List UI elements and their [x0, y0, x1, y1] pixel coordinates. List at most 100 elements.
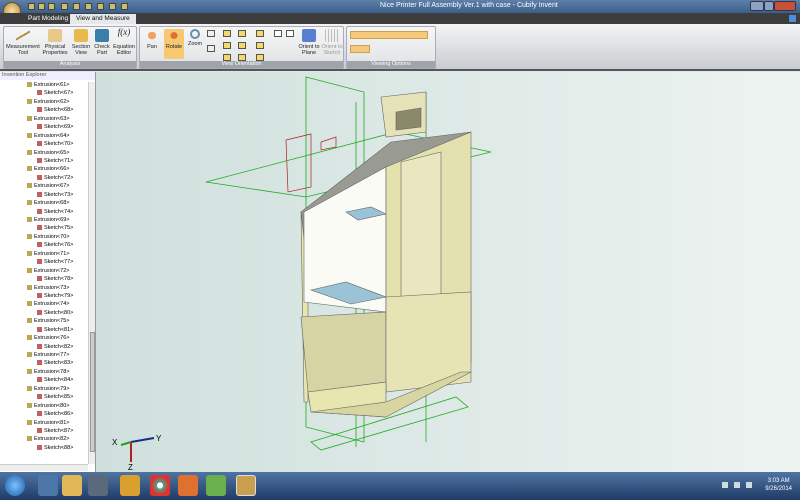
3d-viewport[interactable]: Y X Z [96, 72, 800, 472]
tree-item-sketch[interactable]: Sketch<87> [0, 428, 88, 436]
tree-item-sketch[interactable]: Sketch<78> [0, 276, 88, 284]
view-cube-icon[interactable] [97, 3, 104, 10]
tree-item-extrusion[interactable]: Extrusion<77> [0, 352, 88, 360]
rotate-button[interactable]: Rotate [164, 29, 184, 59]
zoom-button[interactable]: Zoom [186, 29, 204, 47]
volume-icon[interactable] [746, 482, 752, 488]
tree-item-extrusion[interactable]: Extrusion<63> [0, 116, 88, 124]
tree-item-sketch[interactable]: Sketch<82> [0, 344, 88, 352]
tree-item-extrusion[interactable]: Extrusion<64> [0, 133, 88, 141]
firefox-icon[interactable] [178, 475, 198, 496]
tree-item-extrusion[interactable]: Extrusion<68> [0, 200, 88, 208]
tree-item-extrusion[interactable]: Extrusion<62> [0, 99, 88, 107]
display-mode-icons[interactable] [350, 31, 428, 39]
tree-item-sketch[interactable]: Sketch<74> [0, 209, 88, 217]
view-left-icon[interactable] [238, 42, 246, 49]
network-icon[interactable] [734, 482, 740, 488]
flag-icon[interactable] [722, 482, 728, 488]
view-cube-icon[interactable] [109, 3, 116, 10]
zoom-fit-icon[interactable] [207, 45, 215, 52]
view-cube-icon[interactable] [121, 3, 128, 10]
tab-view-and-measure[interactable]: View and Measure [70, 14, 136, 24]
start-button[interactable] [5, 475, 25, 496]
undo-icon[interactable] [38, 3, 45, 10]
view-top-icon[interactable] [256, 30, 264, 37]
physical-properties-button[interactable]: Physical Properties [42, 29, 68, 56]
tree-item-sketch[interactable]: Sketch<77> [0, 259, 88, 267]
tree-item-extrusion[interactable]: Extrusion<79> [0, 386, 88, 394]
maximize-button[interactable] [764, 1, 774, 11]
app-icon[interactable] [206, 475, 226, 496]
tree-item-sketch[interactable]: Sketch<73> [0, 192, 88, 200]
check-part-button[interactable]: Check Part [93, 29, 111, 56]
tree-item-sketch[interactable]: Sketch<81> [0, 327, 88, 335]
orient-to-plane-button[interactable]: Orient to Plane [298, 29, 320, 56]
tree-item-sketch[interactable]: Sketch<71> [0, 158, 88, 166]
tree-item-sketch[interactable]: Sketch<84> [0, 377, 88, 385]
zoom-window-icon[interactable] [207, 30, 215, 37]
shading-mode-icons[interactable] [350, 45, 370, 53]
cubify-invent-taskbar-button[interactable] [236, 475, 256, 496]
app-r-icon[interactable] [120, 475, 140, 496]
tree-item-sketch[interactable]: Sketch<83> [0, 360, 88, 368]
view-cube-icon[interactable] [73, 3, 80, 10]
tree-item-extrusion[interactable]: Extrusion<69> [0, 217, 88, 225]
tree-item-extrusion[interactable]: Extrusion<80> [0, 403, 88, 411]
tree-item-extrusion[interactable]: Extrusion<70> [0, 234, 88, 242]
view-front-icon[interactable] [223, 30, 231, 37]
tree-item-sketch[interactable]: Sketch<75> [0, 225, 88, 233]
tree-item-extrusion[interactable]: Extrusion<81> [0, 420, 88, 428]
tree-item-sketch[interactable]: Sketch<70> [0, 141, 88, 149]
tree-item-extrusion[interactable]: Extrusion<82> [0, 436, 88, 444]
view-iso-icon[interactable] [256, 54, 264, 61]
previous-view-icon[interactable] [274, 30, 282, 37]
section-view-button[interactable]: Section View [70, 29, 92, 56]
tree-item-extrusion[interactable]: Extrusion<66> [0, 166, 88, 174]
view-right-icon[interactable] [256, 42, 264, 49]
orient-to-sketch-button[interactable]: Orient to Sketch [321, 29, 343, 56]
tree-item-extrusion[interactable]: Extrusion<71> [0, 251, 88, 259]
explorer-icon[interactable] [62, 475, 82, 496]
view-cube-icon[interactable] [85, 3, 92, 10]
view-bottom-icon[interactable] [223, 42, 231, 49]
tree-item-sketch[interactable]: Sketch<68> [0, 107, 88, 115]
tree-item-extrusion[interactable]: Extrusion<67> [0, 183, 88, 191]
view-iso-icon[interactable] [223, 54, 231, 61]
measurement-tool-button[interactable]: Measurement Tool [6, 29, 40, 56]
tree-item-sketch[interactable]: Sketch<69> [0, 124, 88, 132]
tree-item-sketch[interactable]: Sketch<76> [0, 242, 88, 250]
horizontal-scrollbar[interactable] [0, 464, 88, 471]
close-button[interactable] [774, 1, 796, 11]
next-view-icon[interactable] [286, 30, 294, 37]
tree-item-sketch[interactable]: Sketch<88> [0, 445, 88, 453]
tree-item-sketch[interactable]: Sketch<79> [0, 293, 88, 301]
tree-item-extrusion[interactable]: Extrusion<76> [0, 335, 88, 343]
view-back-icon[interactable] [238, 30, 246, 37]
view-cube-icon[interactable] [61, 3, 68, 10]
tab-part-modeling[interactable]: Part Modeling [22, 14, 74, 24]
clock[interactable]: 3:03 AM 9/26/2014 [765, 477, 792, 493]
tree-item-sketch[interactable]: Sketch<72> [0, 175, 88, 183]
tree-item-extrusion[interactable]: Extrusion<65> [0, 150, 88, 158]
redo-icon[interactable] [48, 3, 55, 10]
tree-item-sketch[interactable]: Sketch<85> [0, 394, 88, 402]
tree-item-extrusion[interactable]: Extrusion<75> [0, 318, 88, 326]
chrome-icon[interactable] [150, 475, 170, 496]
media-player-icon[interactable] [88, 475, 108, 496]
tree-item-extrusion[interactable]: Extrusion<78> [0, 369, 88, 377]
tree-item-sketch[interactable]: Sketch<86> [0, 411, 88, 419]
tree-item-extrusion[interactable]: Extrusion<61> [0, 82, 88, 90]
tree-item-extrusion[interactable]: Extrusion<73> [0, 285, 88, 293]
minimize-button[interactable] [750, 1, 764, 11]
tree-item-sketch[interactable]: Sketch<67> [0, 90, 88, 98]
help-icon[interactable] [789, 15, 796, 22]
equation-editor-button[interactable]: f(x) Equation Editor [112, 28, 136, 57]
vertical-scrollbar[interactable] [88, 82, 95, 464]
tree-item-extrusion[interactable]: Extrusion<72> [0, 268, 88, 276]
tree-item-extrusion[interactable]: Extrusion<74> [0, 301, 88, 309]
save-icon[interactable] [28, 3, 35, 10]
pan-button[interactable]: Pan [142, 29, 162, 50]
view-iso-icon[interactable] [238, 54, 246, 61]
tree-item-sketch[interactable]: Sketch<80> [0, 310, 88, 318]
scrollbar-thumb[interactable] [90, 332, 95, 452]
